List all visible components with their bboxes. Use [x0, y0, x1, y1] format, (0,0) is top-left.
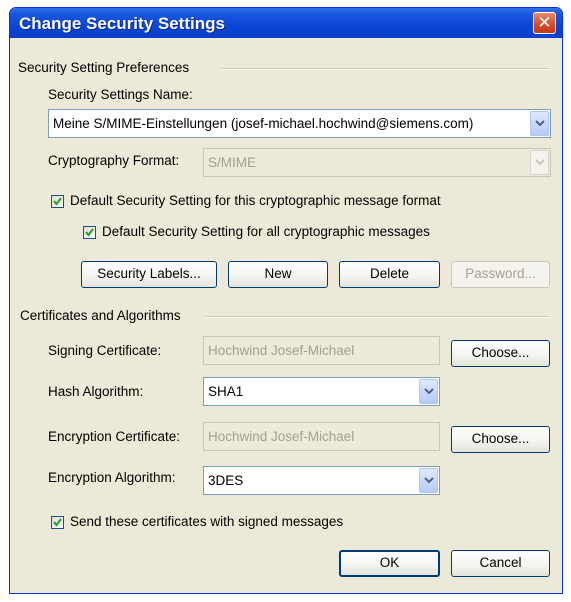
window-title: Change Security Settings [19, 14, 225, 33]
hash-algorithm-value: SHA1 [208, 384, 244, 399]
delete-button[interactable]: Delete [339, 261, 440, 288]
security-settings-name-combobox[interactable]: Meine S/MIME-Einstellungen (josef-michae… [48, 109, 551, 138]
checkmark-icon [85, 228, 94, 237]
default-format-label[interactable]: Default Security Setting for this crypto… [70, 193, 441, 208]
chevron-down-icon [424, 476, 434, 483]
signing-certificate-value: Hochwind Josef-Michael [208, 343, 355, 358]
encryption-algorithm-label: Encryption Algorithm: [48, 470, 176, 485]
cryptography-format-dropdown-button[interactable] [530, 150, 549, 175]
send-certificates-checkbox[interactable] [51, 516, 64, 529]
section-label-certificates: Certificates and Algorithms [20, 308, 181, 323]
cryptography-format-value: S/MIME [208, 155, 257, 170]
encryption-certificate-field: Hochwind Josef-Michael [203, 422, 440, 451]
hash-algorithm-label: Hash Algorithm: [48, 384, 144, 399]
chevron-down-icon [535, 158, 545, 165]
encryption-certificate-label: Encryption Certificate: [48, 429, 181, 444]
signing-certificate-field: Hochwind Josef-Michael [203, 336, 440, 365]
encryption-algorithm-value: 3DES [208, 473, 244, 488]
cryptography-format-label: Cryptography Format: [48, 153, 180, 168]
cryptography-format-select[interactable]: S/MIME [203, 148, 551, 177]
section-label-preferences: Security Setting Preferences [18, 60, 190, 75]
security-settings-name-value: Meine S/MIME-Einstellungen (josef-michae… [53, 116, 474, 131]
cancel-button[interactable]: Cancel [451, 550, 550, 577]
encryption-choose-button[interactable]: Choose... [451, 426, 550, 453]
ok-button[interactable]: OK [339, 550, 440, 577]
change-security-settings-dialog: Change Security Settings ✕ Security Sett… [9, 7, 563, 594]
section-divider [222, 68, 548, 70]
security-settings-name-label: Security Settings Name: [48, 87, 193, 102]
close-icon: ✕ [537, 13, 552, 32]
security-labels-button[interactable]: Security Labels... [81, 261, 217, 288]
default-format-checkbox[interactable] [51, 195, 64, 208]
send-certificates-label[interactable]: Send these certificates with signed mess… [70, 514, 343, 529]
section-divider [206, 316, 548, 318]
chevron-down-icon [424, 387, 434, 394]
hash-algorithm-dropdown-button[interactable] [419, 379, 438, 404]
chevron-down-icon [535, 119, 545, 126]
close-button[interactable]: ✕ [533, 12, 556, 34]
new-button[interactable]: New [228, 261, 328, 288]
encryption-algorithm-dropdown-button[interactable] [419, 468, 438, 493]
signing-choose-button[interactable]: Choose... [451, 340, 550, 367]
signing-certificate-label: Signing Certificate: [48, 343, 162, 358]
security-settings-name-dropdown-button[interactable] [530, 111, 549, 136]
checkmark-icon [53, 197, 62, 206]
password-button[interactable]: Password... [451, 261, 550, 288]
encryption-certificate-value: Hochwind Josef-Michael [208, 429, 355, 444]
encryption-algorithm-select[interactable]: 3DES [203, 466, 440, 495]
default-all-checkbox[interactable] [83, 226, 96, 239]
checkmark-icon [53, 518, 62, 527]
hash-algorithm-select[interactable]: SHA1 [203, 377, 440, 406]
title-bar[interactable]: Change Security Settings ✕ [10, 8, 562, 38]
default-all-label[interactable]: Default Security Setting for all cryptog… [102, 224, 430, 239]
